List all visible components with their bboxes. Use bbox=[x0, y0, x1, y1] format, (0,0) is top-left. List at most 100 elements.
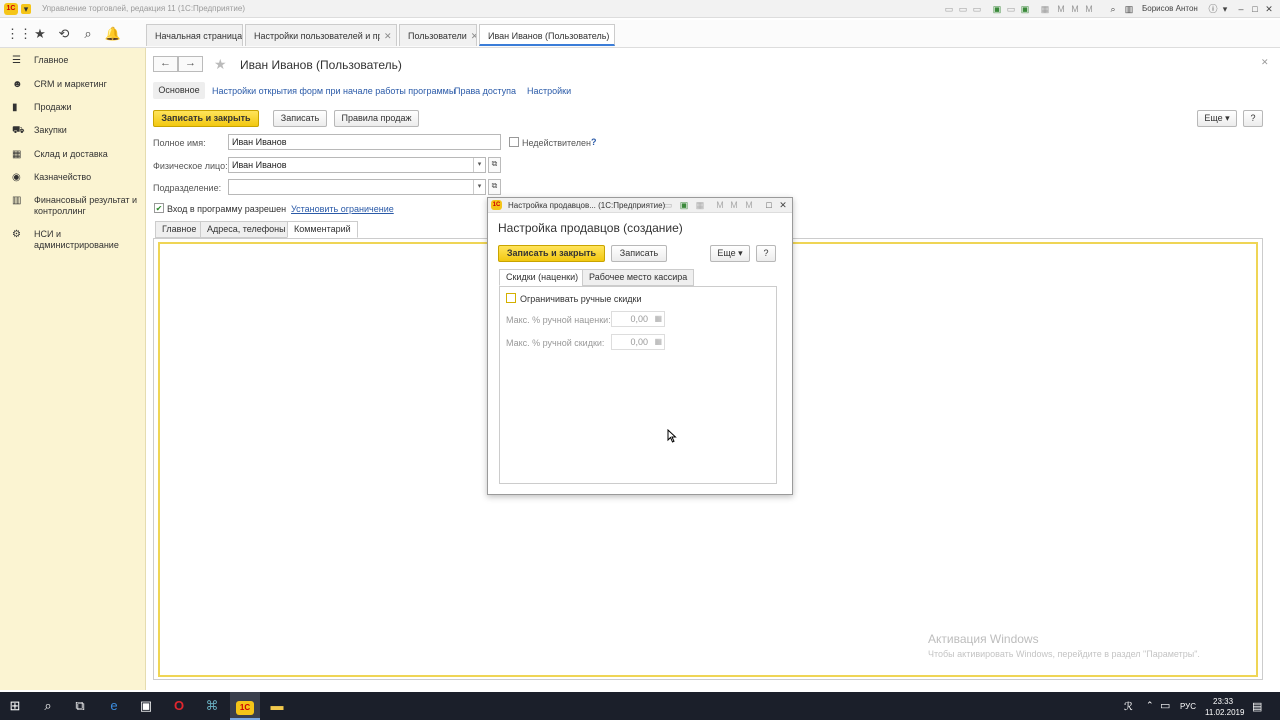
dialog-more-button[interactable]: Еще ▾ bbox=[710, 245, 750, 262]
login-allowed-checkbox[interactable]: ✔ bbox=[154, 203, 164, 213]
bell-icon[interactable]: 🔔 bbox=[103, 24, 123, 44]
minimize-icon[interactable]: – bbox=[1236, 4, 1246, 14]
dialog-help-button[interactable]: ? bbox=[756, 245, 776, 262]
star-icon[interactable]: ★ bbox=[30, 24, 50, 44]
open-icon[interactable]: ⧉ bbox=[488, 179, 501, 195]
panel-icon[interactable]: ▥ bbox=[1124, 4, 1134, 14]
close-icon[interactable]: ✕ bbox=[777, 199, 789, 211]
save-close-button[interactable]: Записать и закрыть bbox=[153, 110, 259, 127]
windows-start-icon[interactable]: ⊞ bbox=[0, 692, 30, 720]
tool-icon[interactable]: ▣ bbox=[678, 199, 690, 211]
search-icon[interactable]: ⌕ bbox=[33, 692, 63, 720]
invalid-checkbox[interactable] bbox=[509, 137, 519, 147]
tab-home[interactable]: Начальная страница bbox=[146, 24, 243, 46]
calculator-icon[interactable]: ▦ bbox=[654, 335, 662, 349]
close-icon[interactable]: ✕ bbox=[384, 31, 392, 41]
search-icon[interactable]: ⌕ bbox=[78, 24, 98, 44]
tool-icon[interactable]: ▣ bbox=[992, 4, 1002, 14]
network-app-icon[interactable]: ⌘ bbox=[197, 692, 227, 720]
person-field[interactable]: Иван Иванов ▾ bbox=[228, 157, 486, 173]
history-icon[interactable]: ⟲ bbox=[54, 24, 74, 44]
max-discount-field[interactable]: 0,00 ▦ bbox=[611, 334, 665, 350]
subtab-comment[interactable]: Комментарий bbox=[287, 221, 358, 238]
close-icon[interactable]: ✕ bbox=[1264, 4, 1274, 14]
calendar-icon[interactable]: ▦ bbox=[694, 199, 706, 211]
dialog-title: Настройка продавцов (создание) bbox=[498, 221, 683, 235]
login-allowed-label: Вход в программу разрешен bbox=[167, 204, 287, 214]
more-button[interactable]: Еще ▾ bbox=[1197, 110, 1237, 127]
clock-time[interactable]: 23:33 bbox=[1213, 697, 1233, 706]
tool-icon[interactable]: M bbox=[1084, 4, 1094, 14]
language-indicator[interactable]: РУС bbox=[1180, 702, 1196, 711]
calculator-icon[interactable]: ▦ bbox=[654, 312, 662, 326]
dialog-title-bar: 1С Настройка продавцов... (1С:Предприяти… bbox=[488, 198, 792, 213]
crm-icon: ☻ bbox=[12, 79, 23, 90]
sales-rules-button[interactable]: Правила продаж bbox=[334, 110, 419, 127]
notifications-icon[interactable]: ▤ bbox=[1252, 700, 1262, 713]
task-view-icon[interactable]: ⧉ bbox=[65, 692, 95, 720]
tab-discounts[interactable]: Скидки (наценки) bbox=[499, 269, 586, 286]
set-limit-link[interactable]: Установить ограничение bbox=[291, 204, 394, 214]
onec-taskbar-icon[interactable]: 1С bbox=[230, 692, 260, 720]
tool-icon[interactable]: ▣ bbox=[1020, 4, 1030, 14]
tool-icon[interactable]: ▭ bbox=[958, 4, 968, 14]
sales-icon: ▮ bbox=[12, 102, 18, 113]
network-icon[interactable]: ▭ bbox=[1160, 699, 1170, 712]
tool-icon[interactable]: ▭ bbox=[662, 199, 674, 211]
cart-icon: ⛟ bbox=[12, 125, 25, 136]
back-button[interactable]: ← bbox=[153, 56, 178, 72]
nav-forms-link[interactable]: Настройки открытия форм при начале работ… bbox=[212, 86, 455, 96]
main-menu-icon[interactable]: ▾ bbox=[21, 4, 31, 14]
max-markup-field[interactable]: 0,00 ▦ bbox=[611, 311, 665, 327]
tool-icon[interactable]: ▭ bbox=[972, 4, 982, 14]
close-form-icon[interactable]: ✕ bbox=[1261, 57, 1269, 68]
help-icon[interactable]: ? bbox=[591, 137, 597, 147]
tab-cashier-workplace[interactable]: Рабочее место кассира bbox=[582, 269, 695, 286]
help-button[interactable]: ? bbox=[1243, 110, 1263, 127]
tool-icon[interactable]: M bbox=[714, 199, 726, 211]
full-name-field[interactable]: Иван Иванов bbox=[228, 134, 501, 150]
tool-icon[interactable]: ▭ bbox=[1006, 4, 1016, 14]
opera-icon[interactable]: O bbox=[164, 692, 194, 720]
dropdown-icon[interactable]: ▾ bbox=[473, 158, 485, 172]
tab-user-settings[interactable]: Настройки пользователей и прав✕ bbox=[245, 24, 397, 46]
favorite-star-icon[interactable]: ★ bbox=[214, 56, 227, 73]
person-label: Физическое лицо: bbox=[153, 161, 228, 171]
tool-icon[interactable]: M bbox=[1056, 4, 1066, 14]
subtab-main[interactable]: Главное bbox=[155, 221, 204, 238]
edge-icon[interactable]: e bbox=[99, 692, 129, 720]
tool-icon[interactable]: ▭ bbox=[944, 4, 954, 14]
tool-icon[interactable]: M bbox=[728, 199, 740, 211]
explorer-icon[interactable]: ▬ bbox=[262, 692, 292, 720]
nav-settings-link[interactable]: Настройки bbox=[527, 86, 571, 96]
dropdown-icon[interactable]: ▾ bbox=[473, 180, 485, 194]
close-icon[interactable]: ✕ bbox=[471, 31, 476, 41]
nav-access-link[interactable]: Права доступа bbox=[454, 86, 516, 96]
subtab-addresses[interactable]: Адреса, телефоны bbox=[200, 221, 293, 238]
dialog-save-button[interactable]: Записать bbox=[611, 245, 667, 262]
chevron-up-icon[interactable]: ⌃ bbox=[1146, 700, 1154, 711]
tool-icon[interactable]: M bbox=[1070, 4, 1080, 14]
person-icon[interactable]: ℛ bbox=[1124, 700, 1133, 713]
info-icon[interactable]: ⓘ bbox=[1208, 4, 1218, 14]
tool-icon[interactable]: M bbox=[743, 199, 755, 211]
dept-field[interactable]: ▾ bbox=[228, 179, 486, 195]
maximize-icon[interactable]: □ bbox=[763, 199, 775, 211]
limit-manual-checkbox[interactable] bbox=[506, 293, 516, 303]
search-icon[interactable]: ⌕ bbox=[1108, 4, 1118, 14]
calendar-icon[interactable]: ▦ bbox=[1040, 4, 1050, 14]
nav-main[interactable]: Основное bbox=[153, 82, 205, 99]
apps-grid-icon[interactable]: ⋮⋮ bbox=[6, 24, 32, 44]
save-button[interactable]: Записать bbox=[273, 110, 327, 127]
menu-arrow-icon[interactable]: ▾ bbox=[1220, 4, 1230, 14]
tab-user-ivanov[interactable]: Иван Иванов (Пользователь)✕ bbox=[479, 24, 615, 46]
forward-button[interactable]: → bbox=[178, 56, 203, 72]
maximize-icon[interactable]: □ bbox=[1250, 4, 1260, 14]
clock-date[interactable]: 11.02.2019 bbox=[1205, 708, 1244, 717]
close-icon[interactable]: ✕ bbox=[613, 31, 614, 41]
store-icon[interactable]: ▣ bbox=[131, 692, 161, 720]
user-name[interactable]: Борисов Антон bbox=[1142, 4, 1198, 13]
dialog-save-close-button[interactable]: Записать и закрыть bbox=[498, 245, 605, 262]
tab-users[interactable]: Пользователи✕ bbox=[399, 24, 477, 46]
open-icon[interactable]: ⧉ bbox=[488, 157, 501, 173]
